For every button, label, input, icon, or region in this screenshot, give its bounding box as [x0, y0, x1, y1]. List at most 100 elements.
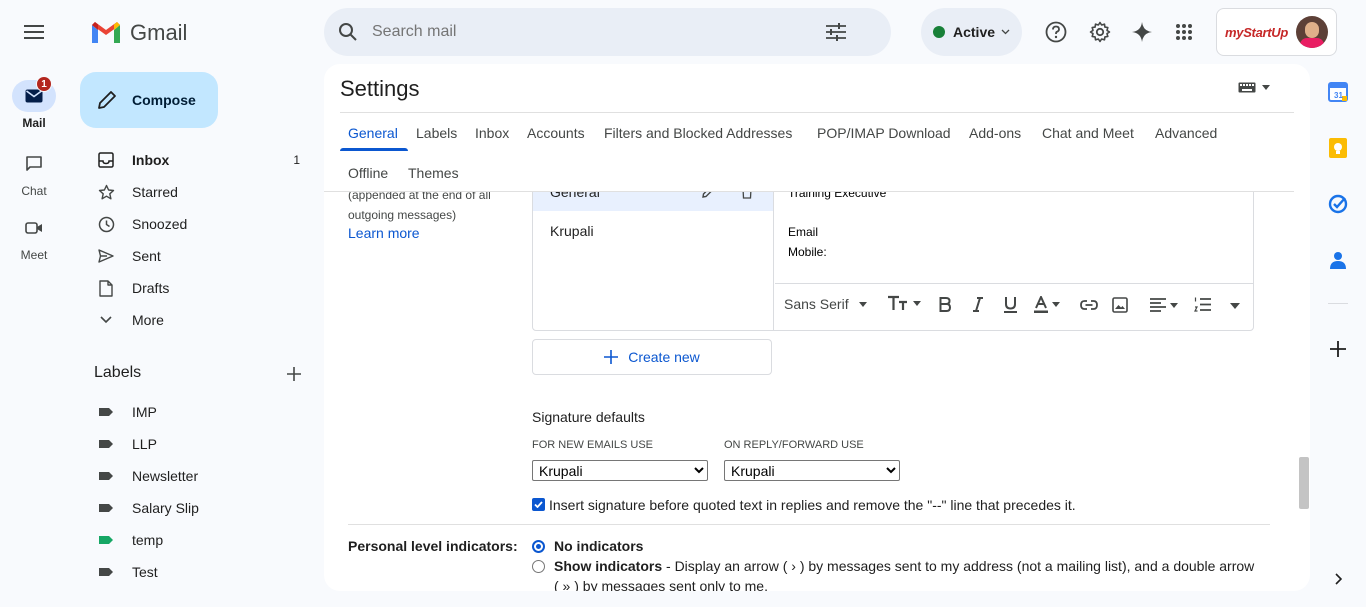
bold-button[interactable] [939, 297, 951, 312]
label-name: temp [132, 532, 164, 548]
title-divider [340, 112, 1294, 113]
nav-drafts[interactable]: Drafts [80, 272, 312, 304]
tab-general[interactable]: General [348, 125, 398, 141]
show-indicators-desc-line2: ( » ) by messages sent only to me. [554, 578, 768, 591]
italic-button[interactable] [972, 297, 984, 312]
show-indicators-radio[interactable] [532, 560, 545, 573]
send-icon [98, 249, 114, 263]
create-new-signature-button[interactable]: Create new [532, 339, 772, 375]
inbox-count: 1 [293, 153, 300, 167]
nav-starred-label: Starred [132, 184, 178, 200]
image-icon [1112, 297, 1128, 313]
font-select[interactable]: Sans Serif [784, 296, 867, 312]
text-color-button[interactable] [1034, 296, 1060, 313]
label-imp[interactable]: IMP [80, 396, 312, 428]
label-tag-icon [99, 472, 113, 480]
page-title: Settings [340, 76, 420, 101]
star-icon [98, 184, 114, 199]
sparkle-icon [1132, 22, 1152, 42]
input-tools-button[interactable] [1238, 82, 1270, 93]
plus-icon [1330, 341, 1346, 357]
rail-mail[interactable]: 1 Mail [0, 76, 68, 130]
align-left-icon [1150, 298, 1166, 312]
nav-inbox-label: Inbox [132, 152, 170, 168]
keep-addon[interactable] [1326, 136, 1350, 160]
gmail-logo[interactable]: Gmail [90, 18, 187, 48]
tab-accounts[interactable]: Accounts [527, 125, 585, 141]
nav-sent[interactable]: Sent [80, 240, 312, 272]
tab-labels[interactable]: Labels [416, 125, 457, 141]
signature-item-general[interactable]: General [533, 192, 773, 211]
calendar-addon[interactable]: 31 [1326, 80, 1350, 104]
label-tag-icon [99, 536, 113, 544]
underline-button[interactable] [1004, 296, 1017, 313]
insert-before-quoted-checkbox[interactable] [532, 498, 545, 511]
rail-chat-label: Chat [21, 184, 47, 198]
tab-addons[interactable]: Add-ons [969, 125, 1021, 141]
settings-button[interactable] [1084, 16, 1116, 48]
label-llp[interactable]: LLP [80, 428, 312, 460]
tab-inbox[interactable]: Inbox [475, 125, 509, 141]
search-input[interactable] [372, 23, 812, 41]
main-menu-button[interactable] [18, 18, 50, 46]
tasks-addon[interactable] [1326, 192, 1350, 216]
font-size-button[interactable] [887, 295, 921, 311]
signature-item-krupali[interactable]: Krupali [533, 211, 773, 249]
nav-more[interactable]: More [80, 304, 312, 336]
numbered-list-button[interactable] [1194, 297, 1211, 312]
tab-filters[interactable]: Filters and Blocked Addresses [604, 125, 792, 141]
more-formatting-button[interactable] [1230, 303, 1240, 309]
gemini-button[interactable] [1126, 16, 1158, 48]
nav-starred[interactable]: Starred [80, 176, 312, 208]
label-test[interactable]: Test [80, 556, 312, 588]
search-bar[interactable] [324, 8, 891, 56]
org-logo: myStartUp [1225, 24, 1289, 40]
rail-chat[interactable]: Chat [0, 148, 68, 198]
get-addons-button[interactable] [1326, 337, 1350, 361]
new-emails-signature-select[interactable]: Krupali [532, 460, 708, 481]
status-label: Active [953, 24, 996, 40]
tab-advanced[interactable]: Advanced [1155, 125, 1217, 141]
insert-image-button[interactable] [1112, 297, 1128, 313]
tab-themes[interactable]: Themes [408, 165, 459, 181]
support-button[interactable] [1040, 16, 1072, 48]
apps-button[interactable] [1168, 16, 1200, 48]
search-icon[interactable] [338, 22, 358, 42]
font-name: Sans Serif [784, 296, 849, 312]
tab-pop-imap[interactable]: POP/IMAP Download [817, 125, 951, 141]
insert-before-quoted-label: Insert signature before quoted text in r… [549, 497, 1076, 513]
divider [1328, 303, 1348, 304]
help-icon [1045, 21, 1067, 43]
delete-icon[interactable] [741, 192, 753, 199]
label-newsletter[interactable]: Newsletter [80, 460, 312, 492]
no-indicators-radio[interactable] [532, 540, 545, 553]
reply-signature-select[interactable]: Krupali [724, 460, 900, 481]
signature-editor[interactable]: Training Executive Email Mobile: [775, 192, 1253, 283]
label-salary-slip[interactable]: Salary Slip [80, 492, 312, 524]
search-options-icon[interactable] [826, 23, 846, 41]
avatar [1296, 16, 1328, 48]
nav-snoozed[interactable]: Snoozed [80, 208, 312, 240]
italic-icon [973, 297, 983, 312]
caret-down-icon [1262, 85, 1270, 90]
account-switcher[interactable]: myStartUp [1216, 8, 1337, 56]
compose-label: Compose [132, 92, 196, 108]
rail-meet[interactable]: Meet [0, 212, 68, 262]
nav-inbox[interactable]: Inbox 1 [80, 144, 312, 176]
status-button[interactable]: Active [921, 8, 1022, 56]
formatting-toolbar: Sans Serif [774, 290, 1254, 324]
tab-chat-meet[interactable]: Chat and Meet [1042, 125, 1134, 141]
insert-link-button[interactable] [1080, 300, 1098, 310]
create-label-button[interactable] [282, 362, 306, 386]
edit-icon[interactable] [701, 192, 715, 199]
compose-button[interactable]: Compose [80, 72, 218, 128]
label-temp[interactable]: temp [80, 524, 312, 556]
expand-side-panel-button[interactable] [1328, 570, 1348, 588]
tab-offline[interactable]: Offline [348, 165, 388, 181]
contacts-addon[interactable] [1326, 248, 1350, 272]
label-tag-icon [99, 440, 113, 448]
scrollbar-thumb[interactable] [1299, 457, 1309, 509]
learn-more-link[interactable]: Learn more [348, 225, 420, 241]
nav-snoozed-label: Snoozed [132, 216, 188, 232]
align-button[interactable] [1150, 298, 1178, 312]
